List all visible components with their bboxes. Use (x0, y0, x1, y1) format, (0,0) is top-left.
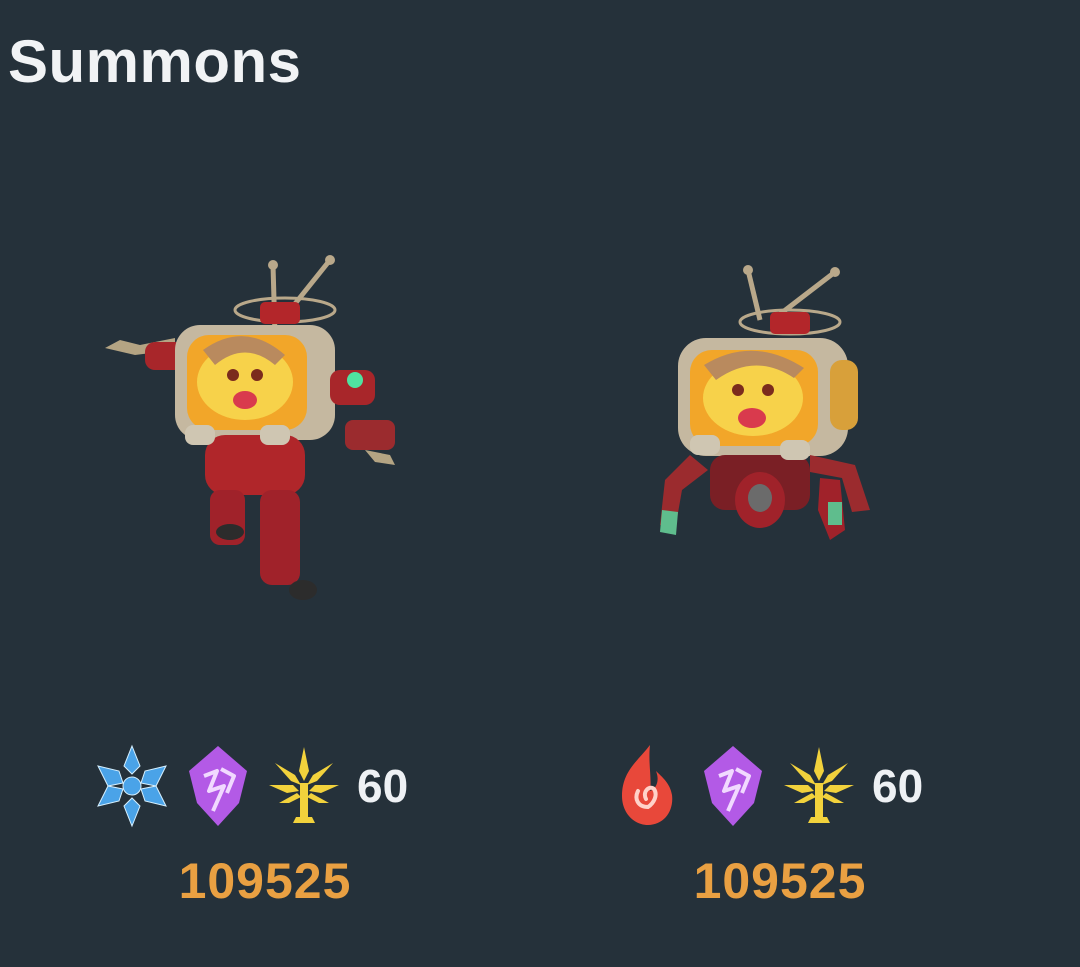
summon-hp: 109525 (693, 853, 867, 909)
electro-icon (179, 741, 257, 831)
summon-level: 60 (872, 760, 924, 812)
summon-portrait-robot-crawler (590, 240, 970, 640)
summon-level: 60 (357, 760, 409, 812)
summon-portrait-robot-standing (75, 240, 455, 640)
electro-icon (694, 741, 772, 831)
summon-meta-row: 60 (93, 738, 408, 834)
pyro-icon (608, 741, 686, 831)
summon-meta-row: 60 (608, 738, 923, 834)
dendro-tree-icon (780, 741, 858, 831)
summon-card[interactable]: 60 109525 (75, 240, 455, 940)
summons-panel: Summons 60 109525 60 109525 (0, 0, 1080, 967)
summon-hp: 109525 (178, 853, 352, 909)
section-title: Summons (8, 28, 302, 95)
dendro-tree-icon (265, 741, 343, 831)
summon-card[interactable]: 60 109525 (590, 240, 970, 940)
cryo-icon (93, 741, 171, 831)
